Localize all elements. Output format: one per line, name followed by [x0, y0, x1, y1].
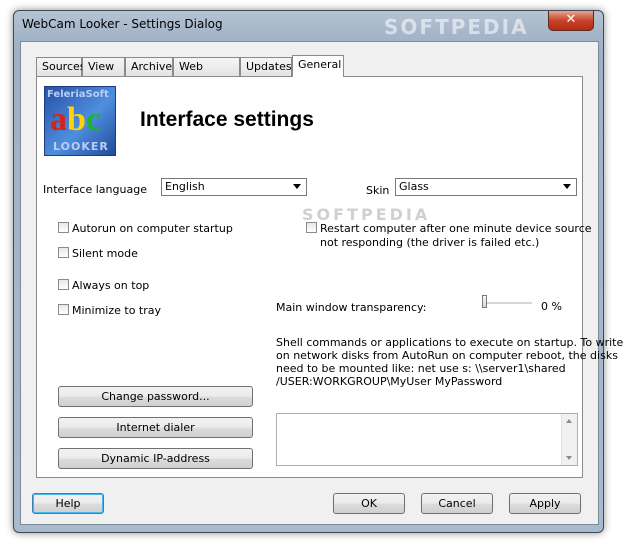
tab-web-server[interactable]: Web server	[173, 57, 240, 91]
minimize-to-tray-label: Minimize to tray	[72, 304, 162, 317]
autorun-label: Autorun on computer startup	[72, 222, 233, 235]
cancel-button[interactable]: Cancel	[421, 493, 493, 514]
window-title: WebCam Looker - Settings Dialog	[22, 17, 223, 31]
dynamic-ip-button[interactable]: Dynamic IP-address	[58, 448, 253, 469]
tab-archive[interactable]: Archive	[125, 57, 173, 76]
chevron-down-icon	[563, 184, 571, 189]
apply-button[interactable]: Apply	[509, 493, 581, 514]
tab-view[interactable]: View	[82, 57, 125, 76]
scroll-down-icon[interactable]	[566, 456, 572, 460]
shell-note-line1: Shell commands or applications to execut…	[276, 336, 623, 349]
ok-button[interactable]: OK	[333, 493, 405, 514]
transparency-value: 0 %	[541, 300, 562, 313]
always-on-top-label: Always on top	[72, 279, 150, 292]
shell-note-line3: need to be mounted like: net use s: \\se…	[276, 362, 566, 375]
tab-updates[interactable]: Updates	[240, 57, 292, 76]
restart-computer-label-line1: Restart computer after one minute device…	[320, 222, 592, 235]
chevron-down-icon	[293, 184, 301, 189]
close-button[interactable]: ✕	[548, 11, 594, 31]
transparency-label: Main window transparency:	[276, 301, 427, 314]
internet-dialer-button[interactable]: Internet dialer	[58, 417, 253, 438]
autorun-checkbox[interactable]	[58, 222, 69, 233]
shell-note-line4: /USER:WORKGROUP\MyUser MyPassword	[276, 375, 503, 388]
app-logo: FeleriaSoft abc LOOKER	[44, 86, 116, 156]
interface-language-label: Interface language	[43, 183, 147, 196]
skin-select[interactable]: Glass	[395, 178, 577, 196]
shell-note-line2: on network disks from AutoRun on compute…	[276, 349, 618, 362]
change-password-button[interactable]: Change password...	[58, 386, 253, 407]
restart-computer-label-line2: not responding (the driver is failed etc…	[320, 236, 540, 249]
softpedia-watermark: SOFTPEDIA	[384, 15, 529, 39]
shell-commands-textarea[interactable]	[276, 413, 578, 466]
transparency-slider-thumb[interactable]	[482, 295, 487, 308]
textarea-scrollbar[interactable]	[561, 414, 577, 465]
skin-value: Glass	[399, 180, 429, 193]
logo-abc: abc	[50, 101, 102, 138]
restart-computer-checkbox[interactable]	[306, 222, 317, 233]
transparency-slider-track[interactable]	[482, 302, 532, 304]
page-title: Interface settings	[140, 108, 314, 131]
logo-bottom-text: LOOKER	[53, 140, 109, 153]
interface-language-select[interactable]: English	[161, 178, 307, 196]
help-button[interactable]: Help	[32, 493, 104, 514]
interface-language-value: English	[165, 180, 205, 193]
tab-general[interactable]: General	[292, 55, 344, 77]
logo-top-text: FeleriaSoft	[47, 89, 109, 100]
minimize-to-tray-checkbox[interactable]	[58, 304, 69, 315]
scroll-up-icon[interactable]	[566, 419, 572, 423]
silent-mode-label: Silent mode	[72, 247, 138, 260]
skin-label: Skin	[366, 184, 390, 197]
silent-mode-checkbox[interactable]	[58, 247, 69, 258]
always-on-top-checkbox[interactable]	[58, 279, 69, 290]
tab-sources[interactable]: Sources	[36, 57, 86, 76]
